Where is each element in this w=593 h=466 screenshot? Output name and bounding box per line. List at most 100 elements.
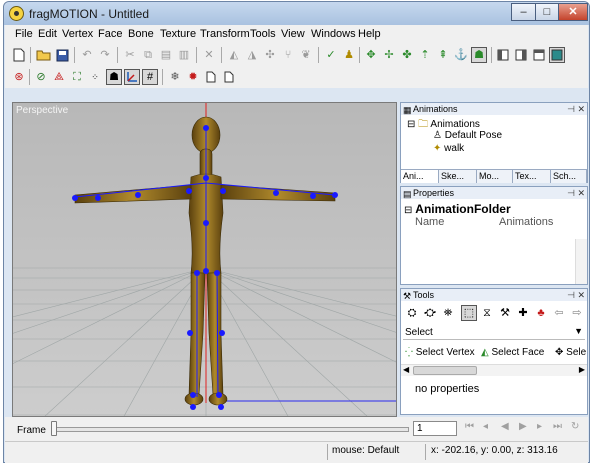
menu-vertex[interactable]: Vertex <box>62 28 93 40</box>
menu-edit[interactable]: Edit <box>38 28 57 40</box>
new-doc-2-icon[interactable] <box>221 69 237 85</box>
paste-special-icon[interactable]: ▥ <box>176 47 192 63</box>
panel-pin-close-icon[interactable]: ⊣ ✕ <box>567 187 585 199</box>
new-file-icon[interactable] <box>11 47 27 63</box>
tab-schema[interactable]: Sch... <box>551 170 587 183</box>
property-value[interactable]: Animations <box>499 216 553 228</box>
frame-input[interactable]: 1 <box>413 421 457 436</box>
panel-pin-close-icon[interactable]: ⊣ ✕ <box>567 103 585 115</box>
hammer-tool-icon[interactable]: ⚒ <box>497 305 513 321</box>
bone-scale-icon[interactable]: ⇞ <box>435 47 451 63</box>
frame-slider-track[interactable] <box>53 427 409 432</box>
grid-icon[interactable]: # <box>142 69 158 85</box>
forward-arrow-icon[interactable]: ⇨ <box>569 305 585 321</box>
bone-weight-icon[interactable]: ❦ <box>298 47 314 63</box>
app-logo-icon[interactable] <box>9 6 24 21</box>
check-bones-icon[interactable]: ✓ <box>323 47 339 63</box>
pose-icon[interactable]: ♟ <box>341 47 357 63</box>
snap-icon[interactable]: ⛶ <box>69 69 85 85</box>
light-icon[interactable]: ✹ <box>185 69 201 85</box>
window-layout-4-icon[interactable] <box>549 47 565 63</box>
play-icon[interactable]: ▶ <box>519 421 527 432</box>
bone-remove-icon[interactable]: ✣ <box>262 47 278 63</box>
move-bone-icon[interactable]: ✥ <box>363 47 379 63</box>
tab-animations[interactable]: Ani... <box>401 170 439 183</box>
redo-icon[interactable]: ↷ <box>97 47 113 63</box>
tab-skeleton[interactable]: Ske... <box>439 170 477 183</box>
select-vertex-tool-icon[interactable]: ⛭ <box>404 305 420 321</box>
paste-icon[interactable]: ▤ <box>158 47 174 63</box>
last-frame-icon[interactable]: ⏭ <box>553 421 562 432</box>
save-icon[interactable] <box>54 47 70 63</box>
perspective-viewport[interactable]: Perspective <box>12 102 397 417</box>
close-button[interactable]: ✕ <box>558 3 588 21</box>
select-tool-icon[interactable]: ⬚ <box>461 305 477 321</box>
new-doc-icon[interactable] <box>203 69 219 85</box>
back-arrow-icon[interactable]: ⇦ <box>551 305 567 321</box>
tool-option-select[interactable]: ✥ Sele <box>555 347 586 358</box>
figure-icon: ♙ <box>433 130 442 141</box>
tool-select-dropdown[interactable]: Select ▼ <box>403 326 585 340</box>
tab-model[interactable]: Mo... <box>477 170 513 183</box>
target-icon[interactable]: ⊛ <box>11 69 27 85</box>
undo-icon[interactable]: ↶ <box>79 47 95 63</box>
play-reverse-icon[interactable]: ◀ <box>501 421 509 432</box>
tools-hscrollbar[interactable]: ◀ ▶ <box>401 364 587 376</box>
vertices-icon[interactable]: ⁘ <box>87 69 103 85</box>
loop-icon[interactable]: ↻ <box>571 421 579 432</box>
scroll-thumb[interactable] <box>413 366 477 375</box>
scroll-left-icon[interactable]: ◀ <box>403 365 409 374</box>
bone-create-icon[interactable]: ◭ <box>226 47 242 63</box>
collapse-icon[interactable]: ⊟ <box>404 205 412 216</box>
bone-anchor-icon[interactable]: ⚓ <box>453 47 469 63</box>
window-layout-3-icon[interactable] <box>531 47 547 63</box>
frame-slider-thumb[interactable] <box>51 421 57 436</box>
particle-icon[interactable]: ❄ <box>167 69 183 85</box>
window-layout-2-icon[interactable] <box>513 47 529 63</box>
paint-tool-icon[interactable]: ♣ <box>533 305 549 321</box>
menu-windows[interactable]: Windows <box>311 28 356 40</box>
panel-pin-close-icon[interactable]: ⊣ ✕ <box>567 289 585 301</box>
tree-item-walk[interactable]: ✦ walk <box>433 143 464 154</box>
prev-frame-icon[interactable]: ◂ <box>483 421 488 432</box>
wireframe-icon[interactable]: ⟁ <box>51 69 67 85</box>
bone-up-icon[interactable]: ⇡ <box>417 47 433 63</box>
joint-tool-icon[interactable]: ✚ <box>515 305 531 321</box>
menu-help[interactable]: Help <box>358 28 381 40</box>
bones-visible-icon[interactable]: ☗ <box>106 69 122 85</box>
select-object-tool-icon[interactable]: ⛯ <box>440 305 456 321</box>
cut-icon[interactable]: ✂ <box>122 47 138 63</box>
axes-icon[interactable] <box>124 69 140 85</box>
move-joint-icon[interactable]: ✢ <box>381 47 397 63</box>
open-folder-icon[interactable] <box>35 47 51 63</box>
properties-scrollbar[interactable] <box>575 239 587 284</box>
select-face-tool-icon[interactable]: ⛮ <box>422 305 438 321</box>
tree-item-default-pose[interactable]: ♙ Default Pose <box>433 130 502 141</box>
menu-file[interactable]: File <box>15 28 33 40</box>
tool-option-select-face[interactable]: ◭ Select Face <box>481 347 544 358</box>
minimize-button[interactable]: – <box>511 3 536 21</box>
menu-bone[interactable]: Bone <box>128 28 154 40</box>
no-texture-icon[interactable]: ⊘ <box>33 69 49 85</box>
skeleton-view-icon[interactable]: ☗ <box>471 47 487 63</box>
menu-transform[interactable]: Transform <box>200 28 250 40</box>
menu-texture[interactable]: Texture <box>160 28 196 40</box>
bone-select-tool-icon[interactable]: ⧖ <box>479 305 495 321</box>
tab-textures[interactable]: Tex... <box>513 170 551 183</box>
bone-tool-icon[interactable]: ◮ <box>244 47 260 63</box>
maximize-button[interactable]: □ <box>535 3 559 21</box>
menu-view[interactable]: View <box>281 28 305 40</box>
bone-branch-icon[interactable]: ⑂ <box>280 47 296 63</box>
tool-option-select-vertex[interactable]: ⁛ Select Vertex <box>405 347 475 358</box>
copy-icon[interactable]: ⧉ <box>140 47 156 63</box>
rotate-bone-icon[interactable]: ✤ <box>399 47 415 63</box>
window-layout-1-icon[interactable] <box>495 47 511 63</box>
collapse-icon[interactable]: ⊟ <box>407 119 415 130</box>
first-frame-icon[interactable]: ⏮ <box>465 421 474 432</box>
delete-icon[interactable]: ✕ <box>201 47 217 63</box>
menu-face[interactable]: Face <box>98 28 122 40</box>
chevron-down-icon[interactable]: ▼ <box>574 326 583 336</box>
menu-tools[interactable]: Tools <box>250 28 276 40</box>
next-frame-icon[interactable]: ▸ <box>537 421 542 432</box>
scroll-right-icon[interactable]: ▶ <box>579 365 585 374</box>
